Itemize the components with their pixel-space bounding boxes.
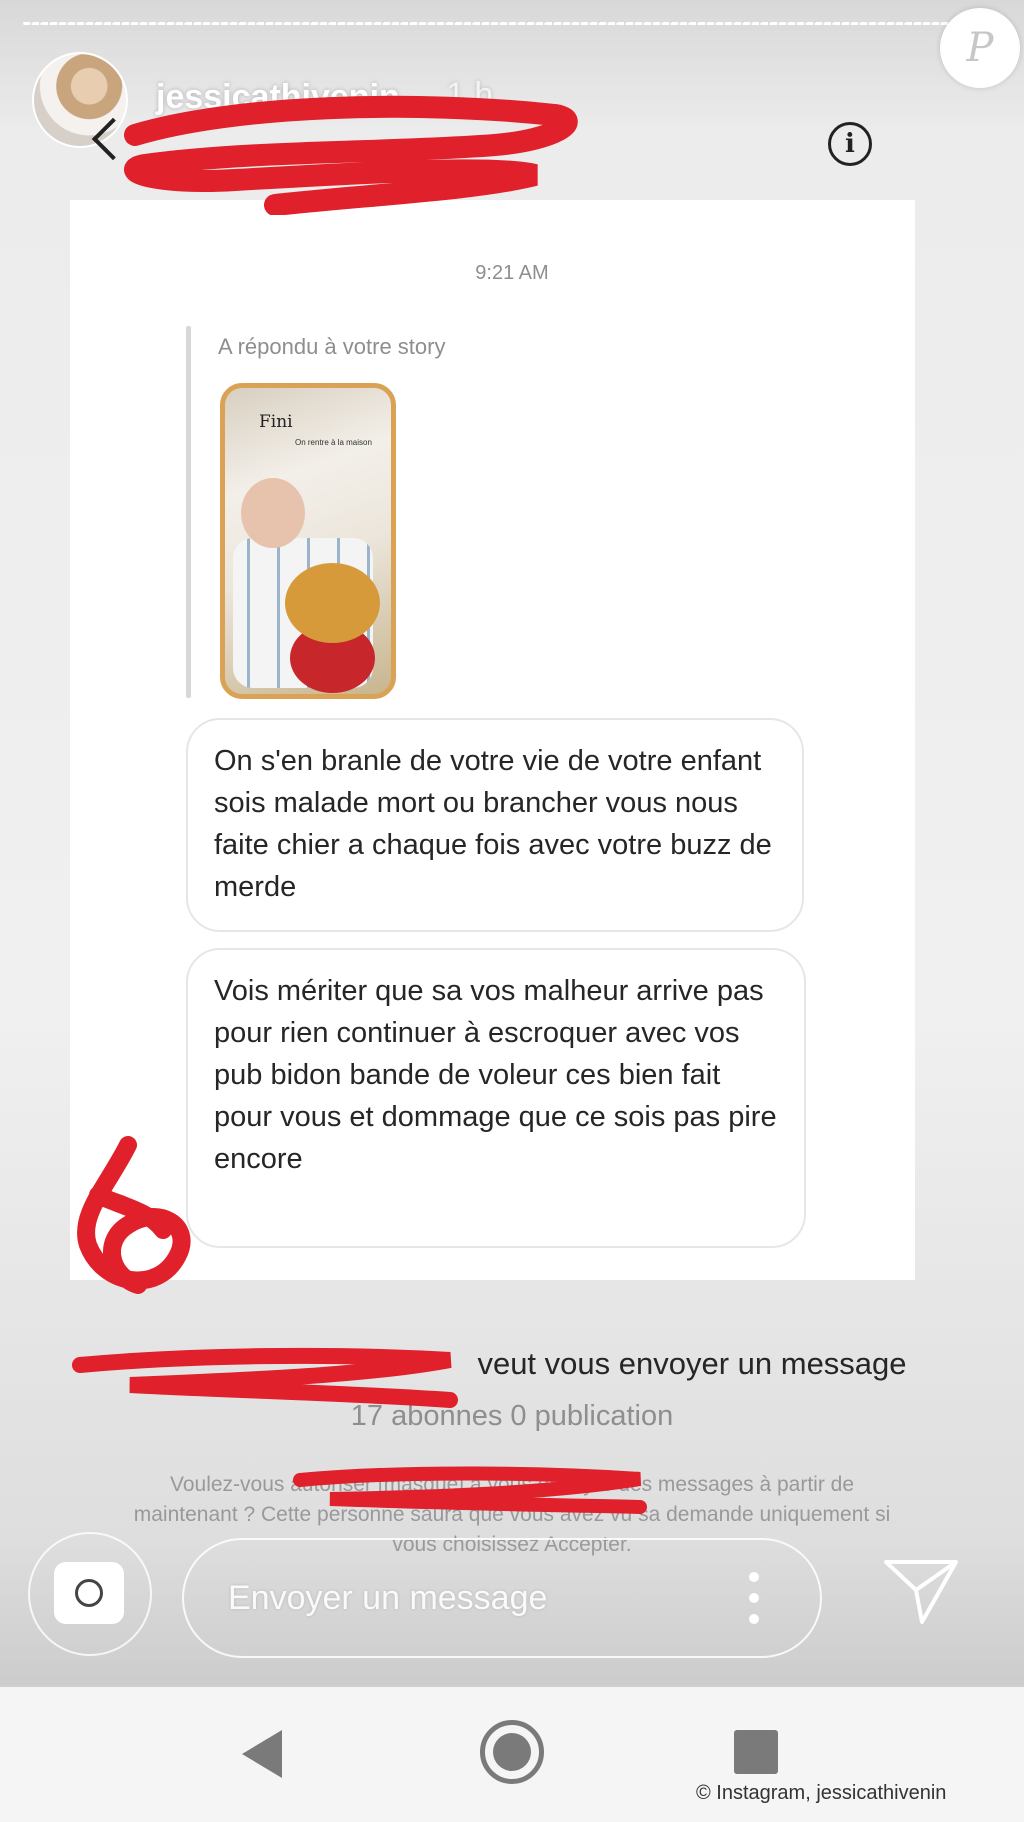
thumb-teddy-bear <box>285 563 380 643</box>
nav-home-icon[interactable] <box>480 1720 544 1784</box>
nav-back-icon[interactable] <box>242 1730 282 1778</box>
camera-icon[interactable] <box>54 1562 124 1624</box>
thumb-caption: Fini <box>259 412 293 432</box>
story-progress-bar <box>22 22 1002 26</box>
story-thumbnail[interactable]: Fini On rentre à la maison <box>220 383 396 699</box>
nav-recent-icon[interactable] <box>734 1730 778 1774</box>
chat-timestamp: 9:21 AM <box>475 262 549 284</box>
send-icon[interactable] <box>882 1556 960 1626</box>
message-bubble[interactable]: On s'en branle de votre vie de votre enf… <box>186 718 804 932</box>
message-request-title: veut vous envoyer un message <box>0 1346 1024 1382</box>
more-vertical-icon[interactable] <box>748 1572 760 1624</box>
image-credit: © Instagram, jessicathivenin <box>696 1782 947 1804</box>
story-reply-label: A répondu à votre story <box>218 334 446 359</box>
thumb-subcaption: On rentre à la maison <box>295 438 372 447</box>
message-input[interactable]: Envoyer un message <box>182 1538 822 1658</box>
request-profile-stats: 17 abonnes 0 publication <box>350 1400 674 1432</box>
request-title-text: veut vous envoyer un message <box>477 1346 907 1381</box>
story-username[interactable]: jessicathivenin <box>156 78 400 117</box>
message-bubble[interactable]: Vois mériter que sa vos malheur arrive p… <box>186 948 806 1248</box>
purepeople-watermark-logo: P <box>940 8 1020 88</box>
story-time-ago: 1 h <box>446 76 494 114</box>
reply-quote-line <box>186 326 191 698</box>
thumb-baby <box>241 478 305 548</box>
info-icon[interactable]: i <box>828 122 872 166</box>
